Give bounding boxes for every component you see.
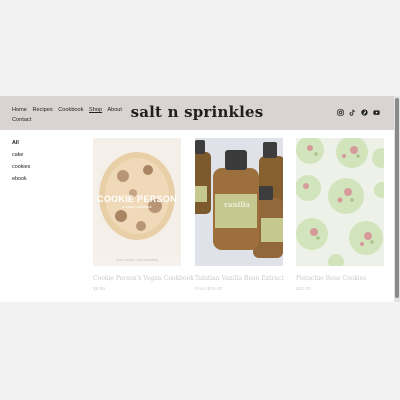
product-price: $12.00 — [296, 287, 311, 292]
product-name[interactable]: Pistachio Rose Cookies — [296, 275, 384, 282]
cover-title: COOKIE PERSON — [97, 194, 177, 204]
scrollbar[interactable] — [394, 96, 400, 302]
browser-viewport: Home Recipes Cookbook Shop About Contact… — [0, 96, 394, 302]
product-image-cookbook[interactable]: COOKIE PERSON a vegan cookbook more cook… — [93, 138, 181, 266]
category-cookies[interactable]: cookies — [12, 164, 30, 176]
category-cake[interactable]: cake — [12, 152, 30, 164]
social-links — [337, 109, 380, 116]
site-header: Home Recipes Cookbook Shop About Contact… — [0, 96, 394, 130]
category-ebook[interactable]: ebook — [12, 176, 30, 188]
site-logo[interactable]: salt n sprinkles — [0, 103, 394, 121]
product-image-pistachio[interactable] — [296, 138, 384, 266]
instagram-icon[interactable] — [337, 109, 344, 116]
category-all[interactable]: All — [12, 140, 30, 152]
product-image-vanilla[interactable]: vanilla — [195, 138, 283, 266]
product-name[interactable]: Cookie Person's Vegan Cookbook — [93, 275, 194, 282]
product-price: $9.99 — [93, 287, 106, 292]
youtube-icon[interactable] — [373, 109, 380, 116]
product-card[interactable]: COOKIE PERSON a vegan cookbook more cook… — [93, 138, 194, 292]
pistachio-cookies-image — [296, 138, 384, 266]
bottle-label: vanilla — [223, 200, 251, 209]
cover-footer: more cookies, less everything — [116, 258, 158, 262]
scrollbar-thumb[interactable] — [395, 98, 399, 298]
product-card[interactable]: vanilla Tahitian Vanilla Bean Extract Fr… — [195, 138, 284, 292]
product-price: From $15.00 — [195, 287, 223, 292]
category-filter: All cake cookies ebook — [12, 140, 30, 188]
pinterest-icon[interactable] — [361, 109, 368, 116]
product-name[interactable]: Tahitian Vanilla Bean Extract — [195, 275, 284, 282]
tiktok-icon[interactable] — [349, 109, 356, 116]
product-card[interactable]: Pistachio Rose Cookies $12.00 — [296, 138, 384, 292]
cover-subtitle: a vegan cookbook — [122, 205, 152, 209]
